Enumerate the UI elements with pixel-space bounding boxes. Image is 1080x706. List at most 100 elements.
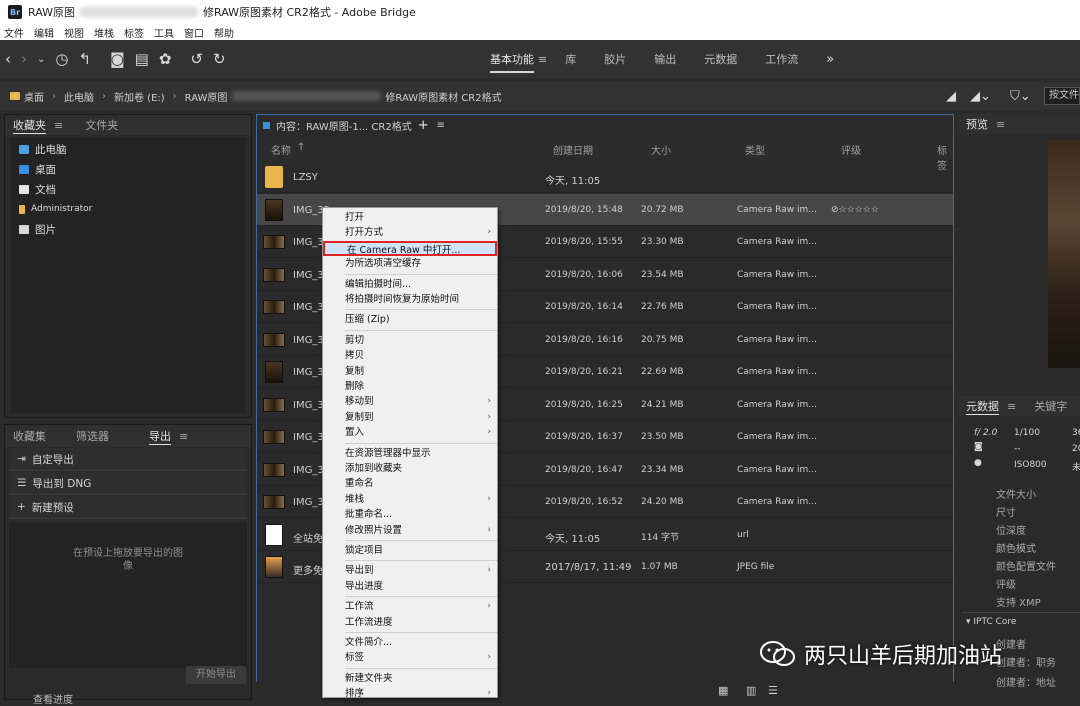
context-menu-item[interactable]: 工作流 › (323, 599, 497, 614)
rotate-left-icon[interactable]: ↺ (190, 50, 203, 68)
sort-options-icon[interactable]: ◢⌄ (970, 89, 991, 104)
column-rating[interactable]: 评级 (841, 142, 861, 157)
panel-menu-icon[interactable]: ≡ (1007, 400, 1016, 413)
view-details-icon[interactable]: ▥ (746, 684, 756, 697)
iptc-section-header[interactable]: ▾ IPTC Core (962, 612, 1080, 630)
tab-favorites[interactable]: 收藏夹 (13, 117, 46, 134)
context-menu-item[interactable]: 锁定项目 (323, 543, 497, 558)
context-menu-item[interactable]: 文件简介... (323, 635, 497, 650)
path-current-folder[interactable]: 修RAW原图素材 CR2格式 (385, 89, 501, 104)
menu-help[interactable]: 帮助 (214, 25, 234, 40)
column-date[interactable]: 创建日期 (553, 142, 593, 157)
panel-menu-icon[interactable]: ≡ (179, 430, 188, 443)
menu-stack[interactable]: 堆栈 (94, 25, 114, 40)
view-list-icon[interactable]: ☰ (768, 684, 778, 697)
menu-file[interactable]: 文件 (4, 25, 24, 40)
context-menu-item[interactable]: 堆栈 › (323, 492, 497, 507)
content-menu-icon[interactable]: ≡ (437, 120, 445, 131)
context-menu-item[interactable]: 移动到 › (323, 394, 497, 409)
forward-icon[interactable]: › (21, 50, 27, 68)
context-menu-item[interactable]: 重命名 (323, 476, 497, 491)
more-workspaces-icon[interactable]: » (826, 52, 834, 67)
start-export-button[interactable]: 开始导出 (186, 666, 246, 684)
panel-menu-icon[interactable]: ≡ (54, 119, 63, 132)
table-row[interactable]: LZSY 今天, 11:05 (257, 161, 953, 193)
filter-icon[interactable]: ⛉⌄ (1010, 89, 1031, 104)
context-menu-item[interactable]: 新建文件夹 (323, 671, 497, 686)
context-menu-item[interactable]: 添加到收藏夹 (323, 461, 497, 476)
panel-menu-icon[interactable]: ≡ (996, 118, 1005, 131)
recent-icon[interactable]: ◷ (55, 50, 68, 68)
column-name[interactable]: 名称 (271, 142, 291, 157)
favorite-desktop[interactable]: 桌面 (11, 159, 245, 179)
workspace-menu-icon[interactable]: ≡ (538, 53, 547, 66)
view-grid-icon[interactable]: ▦ (718, 684, 728, 697)
context-menu-item[interactable]: 修改照片设置 › (323, 523, 497, 538)
context-menu-item[interactable]: 排序 › (323, 686, 497, 701)
context-menu-item[interactable]: 删除 (323, 379, 497, 394)
export-dng-item[interactable]: ☰ 导出到 DNG (9, 472, 247, 495)
tab-preview[interactable]: 预览 (966, 116, 988, 132)
context-menu-item[interactable]: 将拍摄时间恢复为原始时间 (323, 292, 497, 307)
context-menu-item[interactable]: 打开 (323, 210, 497, 225)
context-menu-item[interactable]: 导出进度 (323, 579, 497, 594)
camera-icon[interactable]: ◙ (110, 50, 125, 68)
new-preset-item[interactable]: + 新建预设 (9, 496, 247, 519)
context-menu-item[interactable]: 压缩 (Zip) (323, 312, 497, 327)
favorite-administrator[interactable]: Administrator (11, 199, 245, 219)
add-tab-icon[interactable]: + (418, 118, 429, 133)
workspace-metadata[interactable]: 元数据 (704, 51, 737, 67)
tab-export[interactable]: 导出 (149, 428, 171, 445)
rotate-right-icon[interactable]: ↻ (213, 50, 226, 68)
tab-metadata[interactable]: 元数据 (966, 398, 999, 415)
path-this-pc[interactable]: 此电脑 (64, 89, 94, 104)
tab-folders[interactable]: 文件夹 (85, 117, 118, 133)
tab-filter[interactable]: 筛选器 (76, 428, 109, 444)
custom-export-item[interactable]: ⇥ 自定导出 (9, 448, 247, 471)
context-menu-item[interactable]: 剪切 (323, 333, 497, 348)
tab-collections[interactable]: 收藏集 (13, 428, 46, 444)
menu-view[interactable]: 视图 (64, 25, 84, 40)
menu-window[interactable]: 窗口 (184, 25, 204, 40)
progress-label[interactable]: 查看进度 (33, 691, 73, 706)
menu-label[interactable]: 标签 (124, 25, 144, 40)
path-raw-folder[interactable]: RAW原图 (185, 89, 228, 104)
workspace-library[interactable]: 库 (565, 51, 576, 67)
context-menu-item[interactable]: 批重命名... (323, 507, 497, 522)
context-menu-item[interactable]: 打开方式 › (323, 225, 497, 240)
context-menu-item[interactable]: 在 Camera Raw 中打开... (323, 240, 497, 256)
context-menu-item[interactable]: 编辑拍摄时间... (323, 277, 497, 292)
context-menu-item[interactable]: 标签 › (323, 650, 497, 665)
context-menu-item[interactable]: 置入 › (323, 425, 497, 440)
chevron-down-icon[interactable]: ⌄ (37, 54, 45, 65)
context-menu-item[interactable]: 复制到 › (323, 410, 497, 425)
search-input[interactable]: 按文件 (1044, 87, 1080, 105)
back-icon[interactable]: ‹ (5, 50, 11, 68)
context-menu-item[interactable]: 在资源管理器中显示 (323, 446, 497, 461)
context-menu-item[interactable]: 复制 (323, 364, 497, 379)
menu-edit[interactable]: 编辑 (34, 25, 54, 40)
workspace-output[interactable]: 输出 (654, 51, 676, 67)
refine-icon[interactable]: ▤ (135, 50, 149, 68)
sync-icon[interactable]: ✿ (159, 50, 172, 68)
sort-ascending-icon[interactable]: ↑ (297, 142, 305, 153)
workspace-essentials[interactable]: 基本功能 (490, 51, 534, 73)
favorite-pictures[interactable]: 图片 (11, 219, 245, 239)
column-type[interactable]: 类型 (745, 142, 765, 157)
workspace-filmstrip[interactable]: 胶片 (604, 51, 626, 67)
path-desktop[interactable]: 桌面 (24, 89, 44, 104)
context-menu-item[interactable]: 工作流进度 (323, 615, 497, 630)
favorite-this-pc[interactable]: 此电脑 (11, 139, 245, 159)
context-menu-item[interactable]: 为所选项清空缓存 (323, 256, 497, 271)
favorite-documents[interactable]: 文档 (11, 179, 245, 199)
path-drive[interactable]: 新加卷 (E:) (114, 89, 165, 104)
context-menu-item[interactable]: 拷贝 (323, 348, 497, 363)
column-size[interactable]: 大小 (651, 142, 671, 157)
menu-tools[interactable]: 工具 (154, 25, 174, 40)
sort-icon[interactable]: ◢ (946, 89, 956, 104)
tab-keywords[interactable]: 关键字 (1034, 398, 1067, 414)
export-drop-area[interactable]: 在预设上拖放要导出的图 像 (9, 523, 247, 668)
return-icon[interactable]: ↰ (78, 50, 91, 68)
workspace-workflow[interactable]: 工作流 (765, 51, 798, 67)
context-menu-item[interactable]: 导出到 › (323, 563, 497, 578)
